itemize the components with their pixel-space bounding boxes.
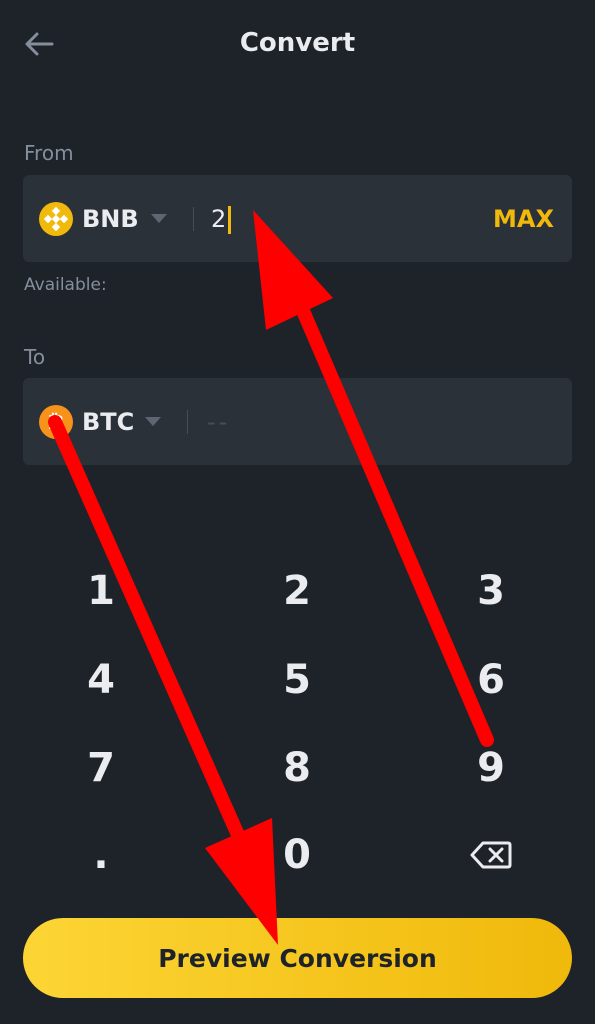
to-label: To xyxy=(24,345,46,369)
to-coin-selector[interactable]: BTC xyxy=(82,408,134,436)
page-title: Convert xyxy=(239,28,356,58)
key-1[interactable]: 1 xyxy=(41,556,161,626)
preview-conversion-button[interactable]: Preview Conversion xyxy=(23,918,572,998)
key-6[interactable]: 6 xyxy=(431,645,551,715)
chevron-down-icon[interactable] xyxy=(145,417,161,426)
key-9[interactable]: 9 xyxy=(431,733,551,803)
key-0[interactable]: 0 xyxy=(237,820,357,890)
to-amount-output: -- xyxy=(207,408,231,436)
header: Convert xyxy=(0,0,595,92)
max-button[interactable]: MAX xyxy=(493,205,554,233)
key-5[interactable]: 5 xyxy=(237,645,357,715)
chevron-down-icon[interactable] xyxy=(151,214,167,223)
from-amount-input[interactable]: 2 xyxy=(211,205,232,234)
from-coin-selector[interactable]: BNB xyxy=(82,205,139,233)
backspace-icon xyxy=(470,841,512,869)
bnb-coin-icon xyxy=(39,202,73,236)
from-field: BNB 2 MAX xyxy=(23,175,572,262)
from-amount-value: 2 xyxy=(211,205,227,233)
divider xyxy=(187,410,188,434)
key-2[interactable]: 2 xyxy=(237,556,357,626)
key-8[interactable]: 8 xyxy=(237,733,357,803)
key-decimal[interactable]: . xyxy=(41,820,161,890)
divider xyxy=(193,207,194,231)
backspace-button[interactable] xyxy=(431,820,551,890)
key-4[interactable]: 4 xyxy=(41,645,161,715)
btc-coin-icon: ₿ xyxy=(39,405,73,439)
from-label: From xyxy=(24,141,74,165)
available-balance: Available: xyxy=(24,275,107,295)
to-field: ₿ BTC -- xyxy=(23,378,572,465)
key-3[interactable]: 3 xyxy=(431,556,551,626)
key-7[interactable]: 7 xyxy=(41,733,161,803)
svg-text:₿: ₿ xyxy=(48,410,64,434)
text-cursor xyxy=(228,206,232,234)
